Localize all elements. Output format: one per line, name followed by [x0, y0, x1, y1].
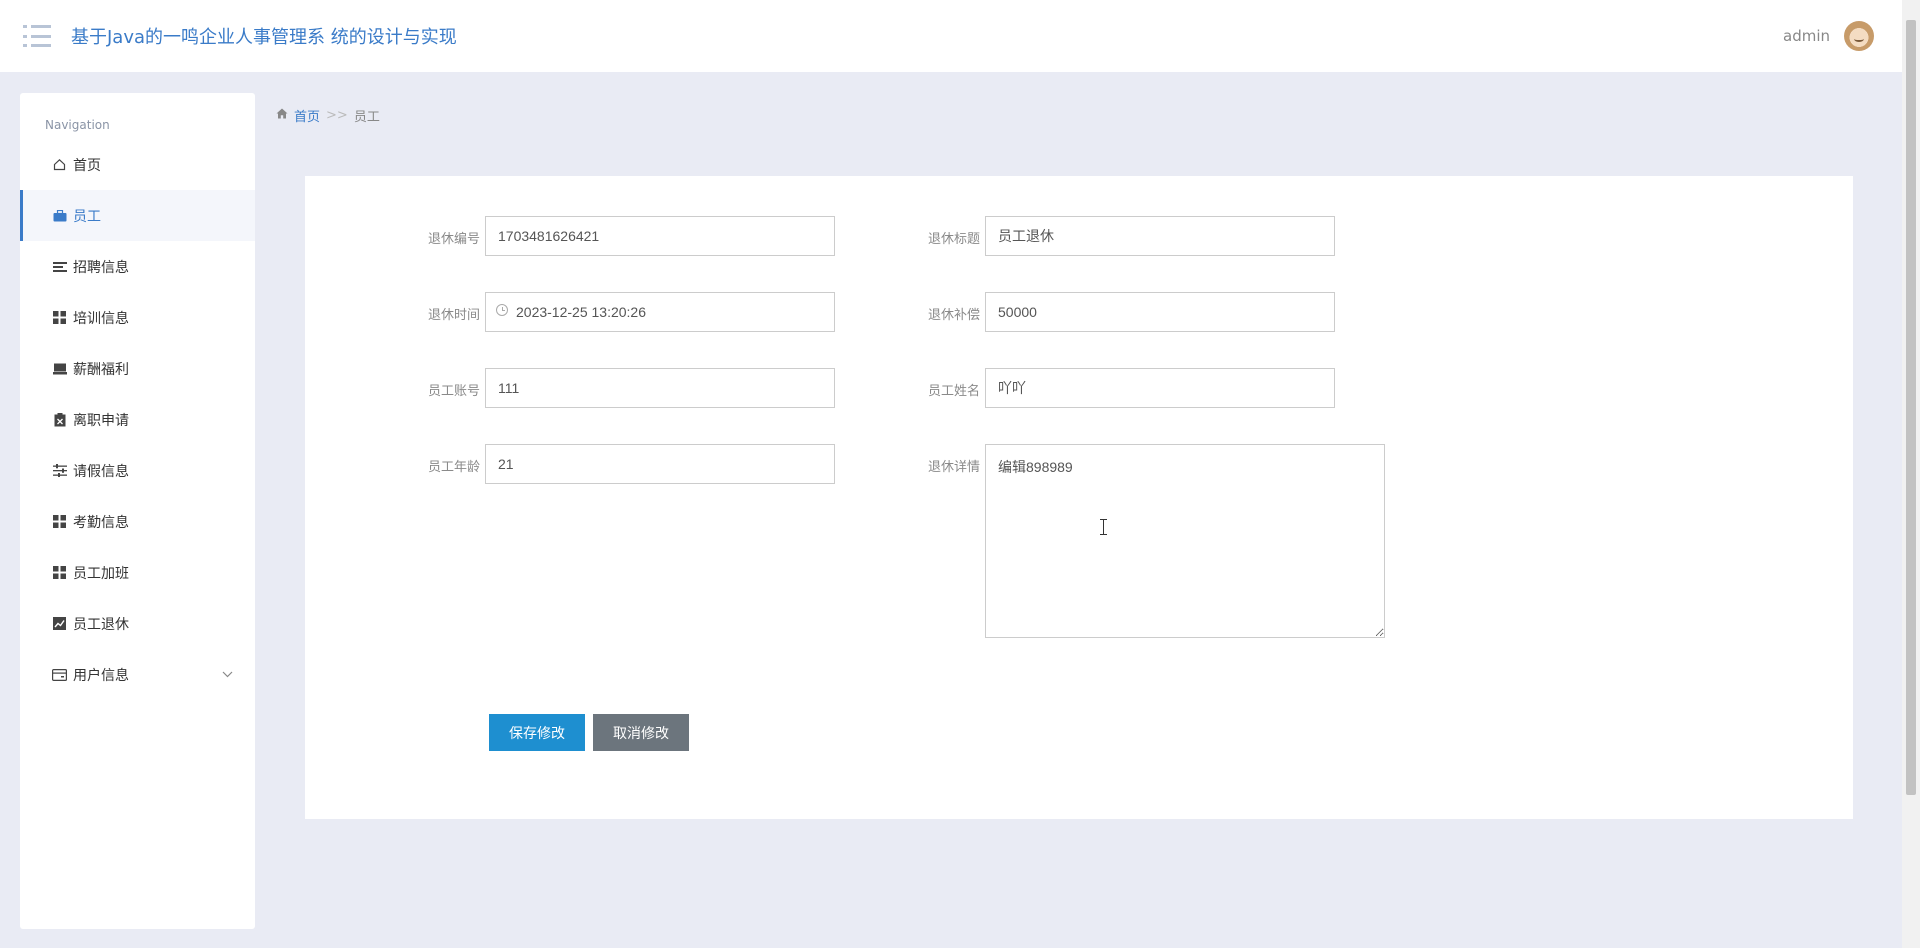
- emp-age-input[interactable]: [485, 444, 835, 484]
- retire-title-input[interactable]: [985, 216, 1335, 256]
- sliders-icon: [52, 463, 67, 478]
- cancel-button[interactable]: 取消修改: [593, 714, 689, 751]
- sidebar-item-label: 用户信息: [73, 667, 129, 684]
- top-bar: 基于Java的一鸣企业人事管理系 统的设计与实现 admin: [0, 0, 1920, 72]
- emp-name-input[interactable]: [985, 368, 1335, 408]
- retire-comp-input[interactable]: [985, 292, 1335, 332]
- chart-icon: [52, 616, 67, 631]
- clipboard-icon: [52, 412, 67, 427]
- retire-no-label: 退休编号: [427, 232, 480, 247]
- sidebar-item-employee[interactable]: 员工: [20, 190, 255, 241]
- sidebar-item-label: 招聘信息: [73, 259, 129, 276]
- grid-icon: [52, 310, 67, 325]
- sidebar-item-label: 培训信息: [73, 310, 129, 327]
- sidebar-item-attendance[interactable]: 考勤信息: [20, 496, 255, 547]
- sidebar: Navigation 首页 员工 招聘信息 培训信息 薪酬福利 离职申请 请假信…: [20, 93, 255, 929]
- retire-comp-label: 退休补偿: [927, 308, 980, 323]
- inbox-icon: [52, 361, 67, 376]
- menu-toggle-icon[interactable]: [23, 25, 51, 47]
- retire-detail-label: 退休详情: [927, 460, 980, 475]
- sidebar-item-salary[interactable]: 薪酬福利: [20, 343, 255, 394]
- breadcrumb-home-link[interactable]: 首页: [294, 106, 320, 125]
- retirement-edit-form: 退休编号 退休标题 退休时间 退休补偿 员工账号 员工姓名 员工年龄 退休详情 …: [305, 176, 1853, 819]
- save-button[interactable]: 保存修改: [489, 714, 585, 751]
- page-scrollbar[interactable]: [1902, 0, 1920, 948]
- chevron-down-icon[interactable]: [222, 667, 233, 681]
- app-title: 基于Java的一鸣企业人事管理系 统的设计与实现: [71, 27, 457, 48]
- sidebar-item-label: 离职申请: [73, 412, 129, 429]
- scrollbar-thumb[interactable]: [1906, 20, 1916, 795]
- user-area[interactable]: admin: [1783, 21, 1874, 51]
- emp-account-label: 员工账号: [427, 384, 480, 399]
- retire-time-label: 退休时间: [427, 308, 480, 323]
- retire-title-label: 退休标题: [927, 232, 980, 247]
- breadcrumb: 首页 >> 员工: [276, 106, 380, 125]
- grid-icon: [52, 565, 67, 580]
- emp-account-input[interactable]: [485, 368, 835, 408]
- sidebar-item-label: 薪酬福利: [73, 361, 129, 378]
- breadcrumb-separator: >>: [326, 108, 348, 123]
- clock-icon: [496, 304, 508, 316]
- emp-name-label: 员工姓名: [927, 384, 980, 399]
- sidebar-item-label: 首页: [73, 157, 101, 174]
- emp-age-label: 员工年龄: [427, 460, 480, 475]
- briefcase-icon: [52, 208, 67, 223]
- retire-no-input[interactable]: [485, 216, 835, 256]
- sidebar-item-leave[interactable]: 请假信息: [20, 445, 255, 496]
- grid-icon: [52, 514, 67, 529]
- sidebar-item-retirement[interactable]: 员工退休: [20, 598, 255, 649]
- sidebar-item-label: 员工退休: [73, 616, 129, 633]
- breadcrumb-current: 员工: [353, 110, 380, 125]
- username[interactable]: admin: [1783, 27, 1830, 45]
- sidebar-item-label: 员工: [73, 208, 101, 225]
- sidebar-item-recruitment[interactable]: 招聘信息: [20, 241, 255, 292]
- nav-heading: Navigation: [45, 118, 110, 132]
- avatar[interactable]: [1844, 21, 1874, 51]
- retire-time-input[interactable]: [485, 292, 835, 332]
- list-icon: [52, 259, 67, 274]
- sidebar-item-home[interactable]: 首页: [20, 139, 255, 190]
- sidebar-item-label: 考勤信息: [73, 514, 129, 531]
- home-icon: [52, 157, 67, 172]
- sidebar-item-training[interactable]: 培训信息: [20, 292, 255, 343]
- sidebar-item-label: 员工加班: [73, 565, 129, 582]
- sidebar-item-user-info[interactable]: 用户信息: [20, 649, 255, 700]
- home-icon: [276, 108, 288, 123]
- sidebar-item-overtime[interactable]: 员工加班: [20, 547, 255, 598]
- sidebar-item-resignation[interactable]: 离职申请: [20, 394, 255, 445]
- card-icon: [52, 667, 67, 682]
- text-cursor-icon: [1100, 519, 1108, 535]
- sidebar-item-label: 请假信息: [73, 463, 129, 480]
- retire-detail-textarea[interactable]: 编辑898989: [985, 444, 1385, 638]
- nav-list: 首页 员工 招聘信息 培训信息 薪酬福利 离职申请 请假信息 考勤信息 员工加班…: [20, 139, 255, 700]
